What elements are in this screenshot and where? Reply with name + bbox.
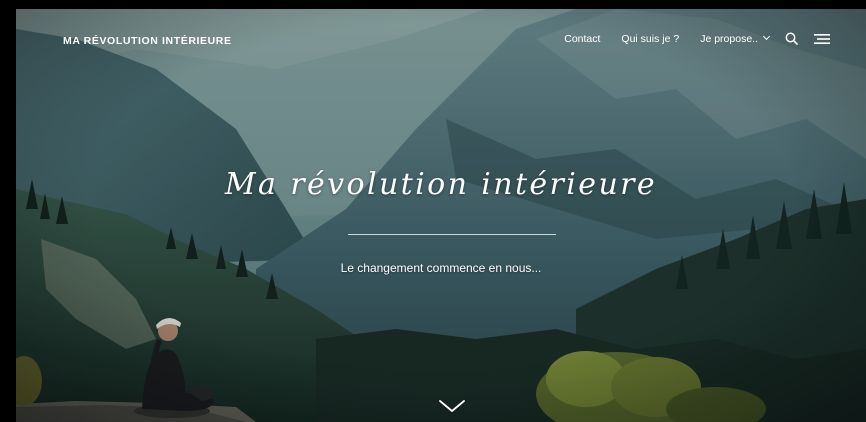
- nav-item-label: Qui suis je ?: [621, 32, 680, 45]
- site-title-link[interactable]: MA RÉVOLUTION INTÉRIEURE: [63, 35, 232, 47]
- nav-item-contact[interactable]: Contact: [564, 33, 600, 45]
- nav-item-je-propose[interactable]: Je propose..: [700, 32, 771, 45]
- page-frame: MA RÉVOLUTION INTÉRIEURE Contact Qui sui…: [0, 0, 866, 422]
- hero-title: Ma révolution intérieure: [224, 167, 658, 202]
- hero-divider: [348, 234, 556, 235]
- hero-subtitle: Le changement commence en nous...: [340, 261, 542, 275]
- main-navigation: Contact Qui suis je ? Je propose..: [543, 32, 830, 45]
- chevron-down-icon: [762, 32, 771, 41]
- scroll-down-button[interactable]: [438, 397, 466, 415]
- hero-section: MA RÉVOLUTION INTÉRIEURE Contact Qui sui…: [16, 9, 866, 422]
- menu-button[interactable]: [814, 33, 830, 45]
- nav-item-label: Je propose..: [700, 32, 758, 45]
- nav-item-qui-suis-je[interactable]: Qui suis je ?: [621, 33, 679, 45]
- chevron-down-icon: [439, 400, 465, 412]
- search-icon: [785, 32, 798, 45]
- nav-item-label: Contact: [564, 32, 601, 45]
- search-button[interactable]: [785, 32, 798, 45]
- site-header: MA RÉVOLUTION INTÉRIEURE Contact Qui sui…: [16, 9, 866, 73]
- menu-icon: [814, 33, 830, 44]
